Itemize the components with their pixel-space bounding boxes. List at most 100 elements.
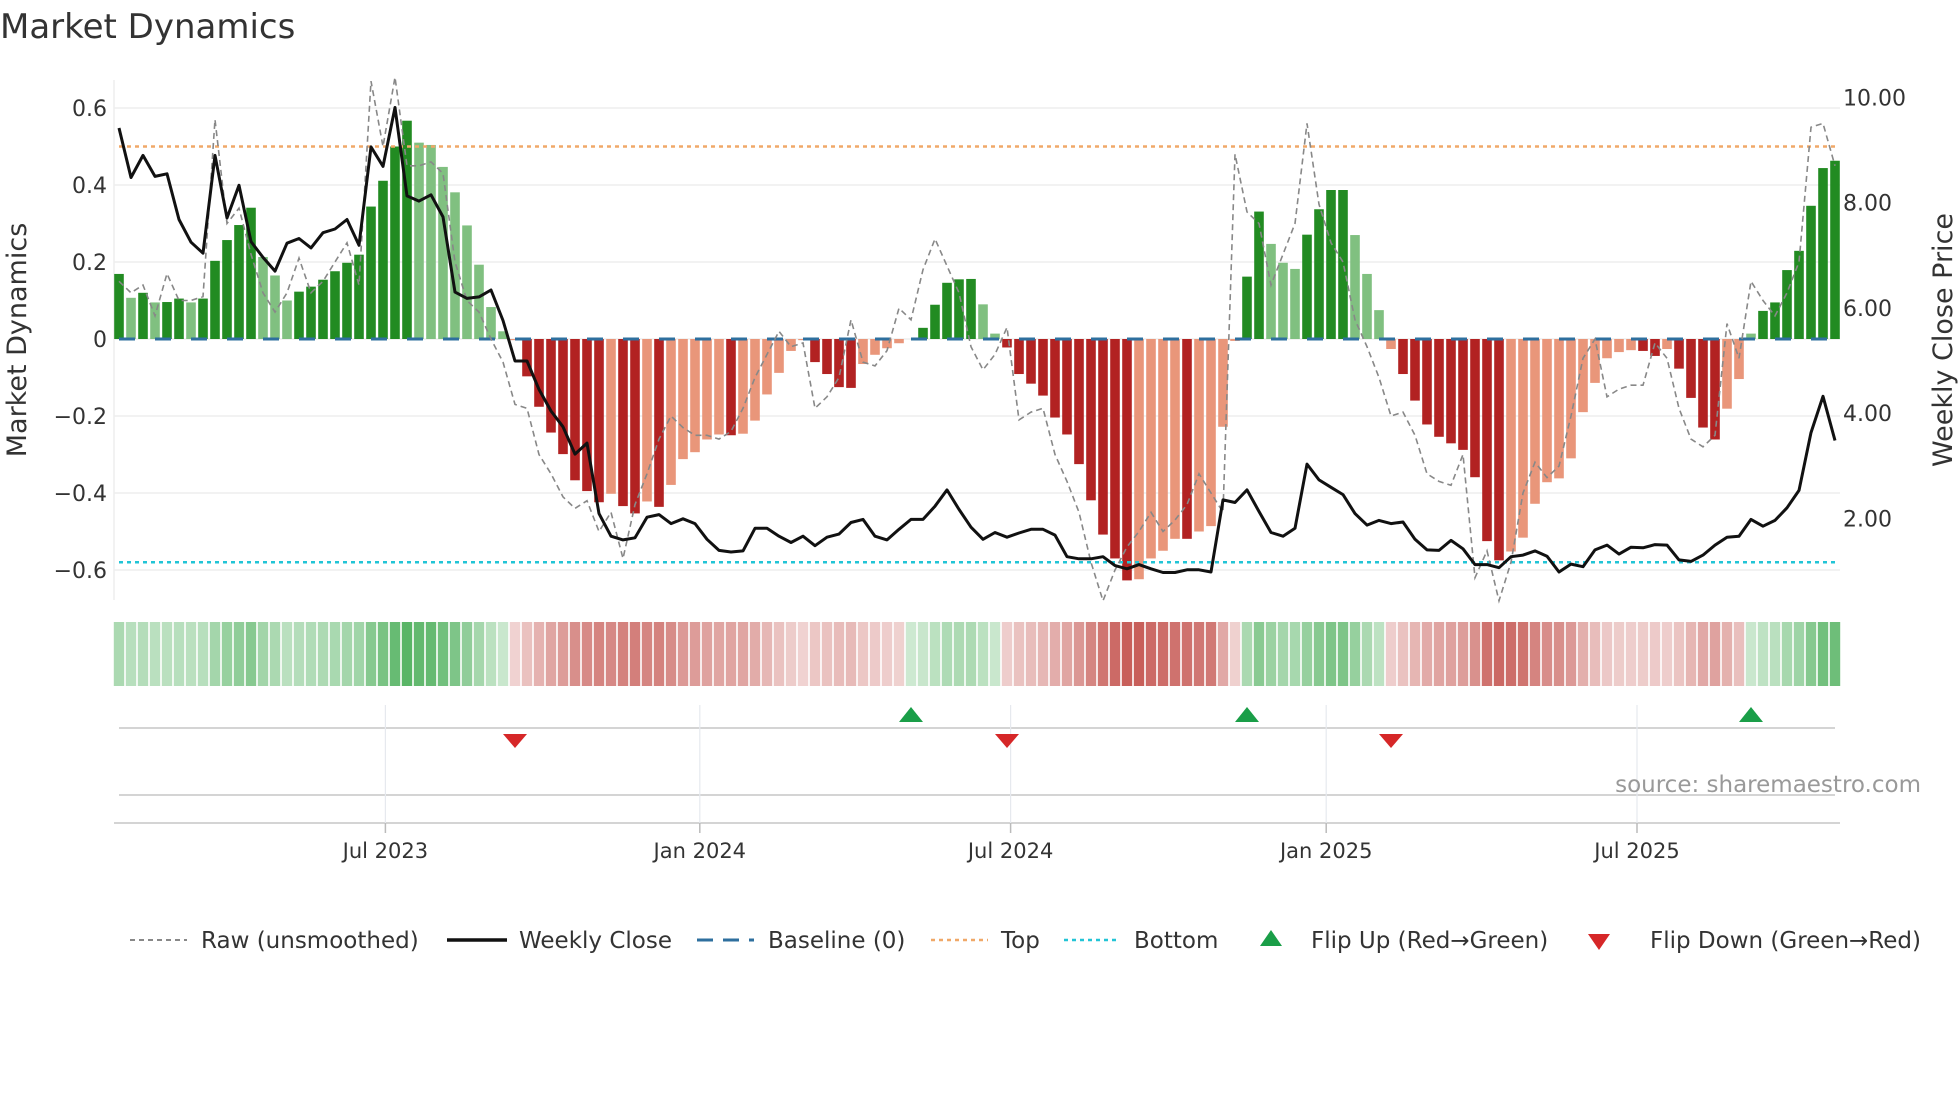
momentum-bar (1158, 339, 1168, 551)
heat-cell (474, 622, 484, 686)
momentum-bar (678, 339, 688, 459)
x-tick-label: Jan 2024 (652, 839, 747, 863)
heat-cell (594, 622, 604, 686)
momentum-bar (306, 287, 316, 339)
momentum-bar (198, 299, 208, 339)
heat-cell (150, 622, 160, 686)
y2-tick-label: 6.00 (1843, 297, 1892, 322)
y2-tick-label: 8.00 (1843, 192, 1892, 217)
heat-cell (1422, 622, 1432, 686)
heat-cell (390, 622, 400, 686)
legend-item-flip-up[interactable]: Flip Up (Red→Green) (1260, 928, 1548, 954)
heat-cell (330, 622, 340, 686)
momentum-bar (294, 292, 304, 339)
legend-item-close[interactable]: Weekly Close (447, 928, 672, 954)
flip-up-marker (899, 707, 923, 722)
heat-cell (234, 622, 244, 686)
momentum-bar (1242, 277, 1252, 339)
heat-cell (1614, 622, 1624, 686)
momentum-bar (1362, 274, 1372, 339)
heat-cell (198, 622, 208, 686)
heat-cell (186, 622, 196, 686)
heat-cell (450, 622, 460, 686)
momentum-bar (1830, 161, 1840, 339)
heat-cell (1182, 622, 1192, 686)
heat-cell (1062, 622, 1072, 686)
heat-cell (1314, 622, 1324, 686)
heat-cell (1698, 622, 1708, 686)
momentum-bar (1086, 339, 1096, 500)
momentum-bar (1410, 339, 1420, 401)
momentum-bar (354, 255, 364, 339)
heat-cell (138, 622, 148, 686)
heat-cell (966, 622, 976, 686)
momentum-bar (1170, 339, 1180, 539)
heat-cell (834, 622, 844, 686)
momentum-bar (186, 302, 196, 339)
legend-item-flip-down[interactable]: Flip Down (Green→Red) (1588, 928, 1921, 954)
heat-cell (546, 622, 556, 686)
heat-cell (498, 622, 508, 686)
right-axis-title: Weekly Close Price (1928, 213, 1959, 467)
momentum-bar (774, 339, 784, 373)
heat-cell (1350, 622, 1360, 686)
heat-cell (462, 622, 472, 686)
momentum-bar (1002, 339, 1012, 347)
momentum-bar (1290, 269, 1300, 339)
heat-cell (822, 622, 832, 686)
momentum-bar (1818, 168, 1828, 339)
momentum-bar (642, 339, 652, 501)
legend-item-raw[interactable]: Raw (unsmoothed) (130, 928, 419, 954)
legend-item-bottom[interactable]: Bottom (1064, 928, 1218, 954)
heat-cell (714, 622, 724, 686)
momentum-bar (378, 181, 388, 339)
heat-cell (702, 622, 712, 686)
heat-cell (1122, 622, 1132, 686)
momentum-bar (1458, 339, 1468, 450)
momentum-bar (1050, 339, 1060, 418)
momentum-bar (126, 298, 136, 339)
momentum-bar (174, 299, 184, 339)
momentum-bar (618, 339, 628, 506)
x-tick-label: Jul 2025 (1592, 839, 1679, 863)
momentum-bar (1302, 235, 1312, 339)
momentum-bar (1110, 339, 1120, 558)
source-label: source: sharemaestro.com (1615, 772, 1921, 798)
heat-cell (1434, 622, 1444, 686)
heat-cell (1206, 622, 1216, 686)
heat-cell (246, 622, 256, 686)
heat-cell (1590, 622, 1600, 686)
heat-cell (1806, 622, 1816, 686)
momentum-bar (1674, 339, 1684, 369)
heat-cell (1662, 622, 1672, 686)
momentum-bar (318, 280, 328, 339)
momentum-bar (666, 339, 676, 485)
momentum-bar (978, 304, 988, 339)
momentum-bar (594, 339, 604, 502)
heat-cell (606, 622, 616, 686)
heat-cell (1626, 622, 1636, 686)
heat-cell (1782, 622, 1792, 686)
heat-cell (1494, 622, 1504, 686)
legend-item-top[interactable]: Top (931, 928, 1040, 954)
momentum-bar (330, 271, 340, 339)
heat-cell (1290, 622, 1300, 686)
heat-cell (1458, 622, 1468, 686)
momentum-bar (1638, 339, 1648, 351)
heat-cell (1278, 622, 1288, 686)
momentum-bar (402, 121, 412, 339)
legend-label: Flip Down (Green→Red) (1650, 928, 1921, 954)
legend-item-baseline[interactable]: Baseline (0) (697, 928, 905, 954)
heat-cell (378, 622, 388, 686)
momentum-bar (810, 339, 820, 362)
heat-cell (918, 622, 928, 686)
y-tick-label: −0.6 (54, 559, 107, 584)
heat-cell (1110, 622, 1120, 686)
heat-cell (930, 622, 940, 686)
y-tick-label: 0.2 (72, 251, 107, 276)
heat-cell (270, 622, 280, 686)
heat-cell (582, 622, 592, 686)
heat-cell (162, 622, 172, 686)
heat-cell (1374, 622, 1384, 686)
momentum-bar (1470, 339, 1480, 477)
